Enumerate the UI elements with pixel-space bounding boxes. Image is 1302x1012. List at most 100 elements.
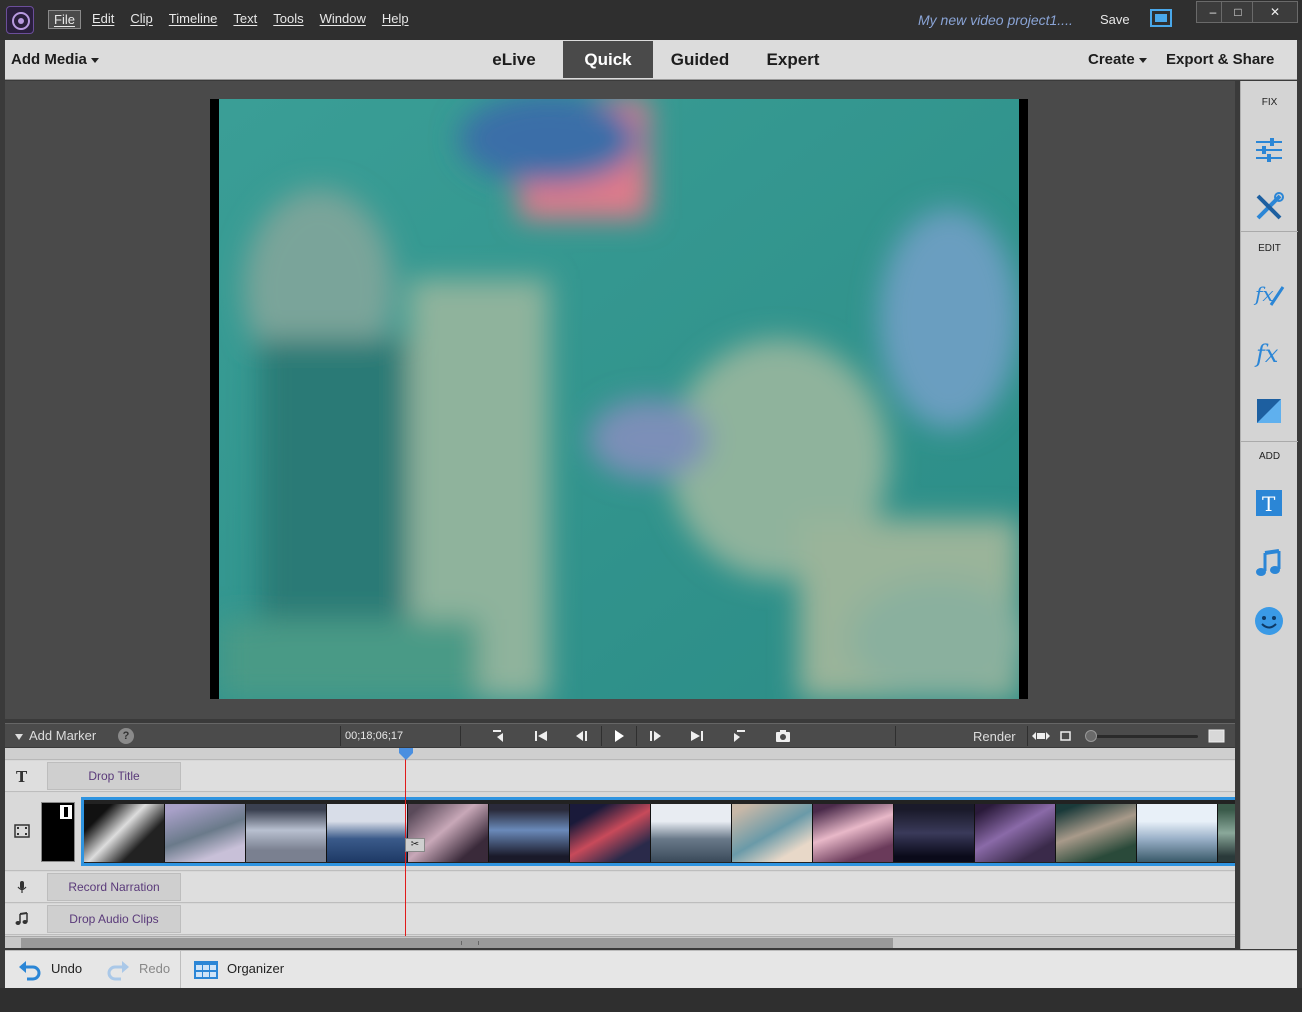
clip-start-thumbnail[interactable] [41, 802, 75, 862]
clip-thumbnail[interactable] [84, 804, 165, 862]
menu-text[interactable]: Text [228, 10, 262, 29]
drop-audio-zone[interactable]: Drop Audio Clips [47, 905, 181, 933]
close-icon[interactable]: ✕ [1252, 1, 1298, 23]
organizer-button[interactable]: Organizer [227, 961, 284, 976]
timeline-scrollbar[interactable] [5, 936, 1235, 948]
undo-icon[interactable] [17, 957, 43, 983]
menu-file[interactable]: File [48, 10, 81, 29]
redo-icon[interactable] [105, 957, 131, 983]
create-button[interactable]: Create [1088, 51, 1147, 68]
titles-icon[interactable]: T [1253, 487, 1285, 519]
play-icon[interactable] [611, 729, 627, 743]
clip-thumbnail[interactable] [651, 804, 732, 862]
redo-button[interactable]: Redo [139, 961, 170, 976]
bottom-divider [180, 951, 181, 989]
menu-help[interactable]: Help [377, 10, 414, 29]
step-back-icon[interactable] [573, 729, 589, 743]
zoom-slider[interactable] [1088, 735, 1198, 738]
undo-button[interactable]: Undo [51, 961, 82, 976]
menu-edit[interactable]: Edit [87, 10, 119, 29]
edit-label: EDIT [1258, 243, 1281, 254]
zoom-in-icon[interactable] [1208, 729, 1226, 743]
step-forward-icon[interactable] [648, 729, 664, 743]
drop-title-zone[interactable]: Drop Title [47, 762, 181, 790]
clip-thumbnail[interactable] [732, 804, 813, 862]
fullscreen-icon[interactable] [1150, 9, 1172, 32]
clip-thumbnail[interactable] [408, 804, 489, 862]
maximize-icon[interactable]: □ [1221, 1, 1255, 23]
tab-elive[interactable]: eLive [475, 41, 553, 78]
mode-bar: Add Media eLive Quick Guided Expert Crea… [5, 40, 1297, 80]
timeline[interactable]: T Drop Title Record Narration Drop Audio… [5, 748, 1235, 948]
organizer-icon[interactable] [193, 957, 219, 983]
tab-expert[interactable]: Expert [751, 41, 835, 78]
video-preview-image[interactable] [219, 99, 1019, 699]
zoom-slider-handle[interactable] [1085, 730, 1097, 742]
tab-quick[interactable]: Quick [563, 41, 653, 78]
svg-text:fx: fx [1253, 282, 1274, 306]
timecode-display[interactable]: 00;18;06;17 [345, 730, 403, 742]
goto-end-icon[interactable] [731, 729, 747, 743]
tools-icon[interactable] [1253, 191, 1285, 223]
triangle-down-icon [15, 734, 23, 740]
clip-thumbnail[interactable] [1218, 804, 1235, 862]
graphics-icon[interactable] [1253, 605, 1285, 637]
toolbar-divider [636, 726, 637, 746]
save-button[interactable]: Save [1100, 12, 1130, 27]
add-label: ADD [1258, 451, 1281, 462]
snapshot-icon[interactable] [775, 729, 791, 743]
video-track-icon [14, 823, 30, 839]
panel-divider [1241, 231, 1298, 232]
video-clip-strip[interactable] [81, 797, 1235, 866]
preview-monitor [5, 81, 1235, 719]
transitions-icon[interactable] [1253, 395, 1285, 427]
audio-track: Drop Audio Clips [5, 904, 1235, 935]
menu-timeline[interactable]: Timeline [164, 10, 223, 29]
export-share-button[interactable]: Export & Share [1166, 51, 1274, 68]
clip-thumbnails [84, 804, 1235, 862]
clip-thumbnail[interactable] [246, 804, 327, 862]
previous-edit-icon[interactable] [533, 729, 549, 743]
toolbar-divider [460, 726, 461, 746]
action-panel: FIX EDIT fx fx ADD T [1240, 81, 1298, 949]
menu-window[interactable]: Window [315, 10, 371, 29]
add-marker-button[interactable]: Add Marker [15, 728, 96, 743]
menu-clip[interactable]: Clip [125, 10, 157, 29]
toolbar-divider [1027, 726, 1028, 746]
render-button[interactable]: Render [973, 729, 1016, 744]
title-track-icon: T [14, 768, 30, 786]
help-icon[interactable]: ? [118, 728, 134, 744]
adjustments-icon[interactable] [1253, 133, 1285, 165]
clip-thumbnail[interactable] [813, 804, 894, 862]
toolbar-divider [895, 726, 896, 746]
svg-text:T: T [1262, 492, 1276, 516]
zoom-out-icon[interactable] [1058, 729, 1074, 743]
clip-thumbnail[interactable] [894, 804, 975, 862]
record-narration-button[interactable]: Record Narration [47, 873, 181, 901]
clip-thumbnail[interactable] [570, 804, 651, 862]
scrollbar-thumb[interactable] [21, 938, 893, 948]
playhead-handle[interactable] [399, 748, 413, 760]
time-ruler[interactable] [5, 748, 1235, 760]
clip-thumbnail[interactable] [165, 804, 246, 862]
next-edit-icon[interactable] [689, 729, 705, 743]
toolbar-divider [340, 726, 341, 746]
add-media-button[interactable]: Add Media [11, 51, 99, 68]
effects-icon[interactable]: fx [1253, 337, 1285, 369]
menu-tools[interactable]: Tools [268, 10, 308, 29]
video-frame [210, 99, 1028, 699]
clip-thumbnail[interactable] [1137, 804, 1218, 862]
applied-effects-icon[interactable]: fx [1253, 279, 1285, 311]
chevron-down-icon [1138, 57, 1147, 63]
music-icon[interactable] [1253, 547, 1285, 579]
clip-thumbnail[interactable] [975, 804, 1056, 862]
clip-thumbnail[interactable] [489, 804, 570, 862]
fit-timeline-icon[interactable] [1031, 729, 1051, 743]
tab-guided[interactable]: Guided [657, 41, 743, 78]
project-name[interactable]: My new video project1.... [918, 12, 1073, 28]
clip-thumbnail[interactable] [327, 804, 408, 862]
scissors-icon[interactable]: ✂ [405, 838, 425, 852]
clip-thumbnail[interactable] [1056, 804, 1137, 862]
svg-text:T: T [16, 768, 28, 784]
goto-start-icon[interactable] [491, 729, 507, 743]
